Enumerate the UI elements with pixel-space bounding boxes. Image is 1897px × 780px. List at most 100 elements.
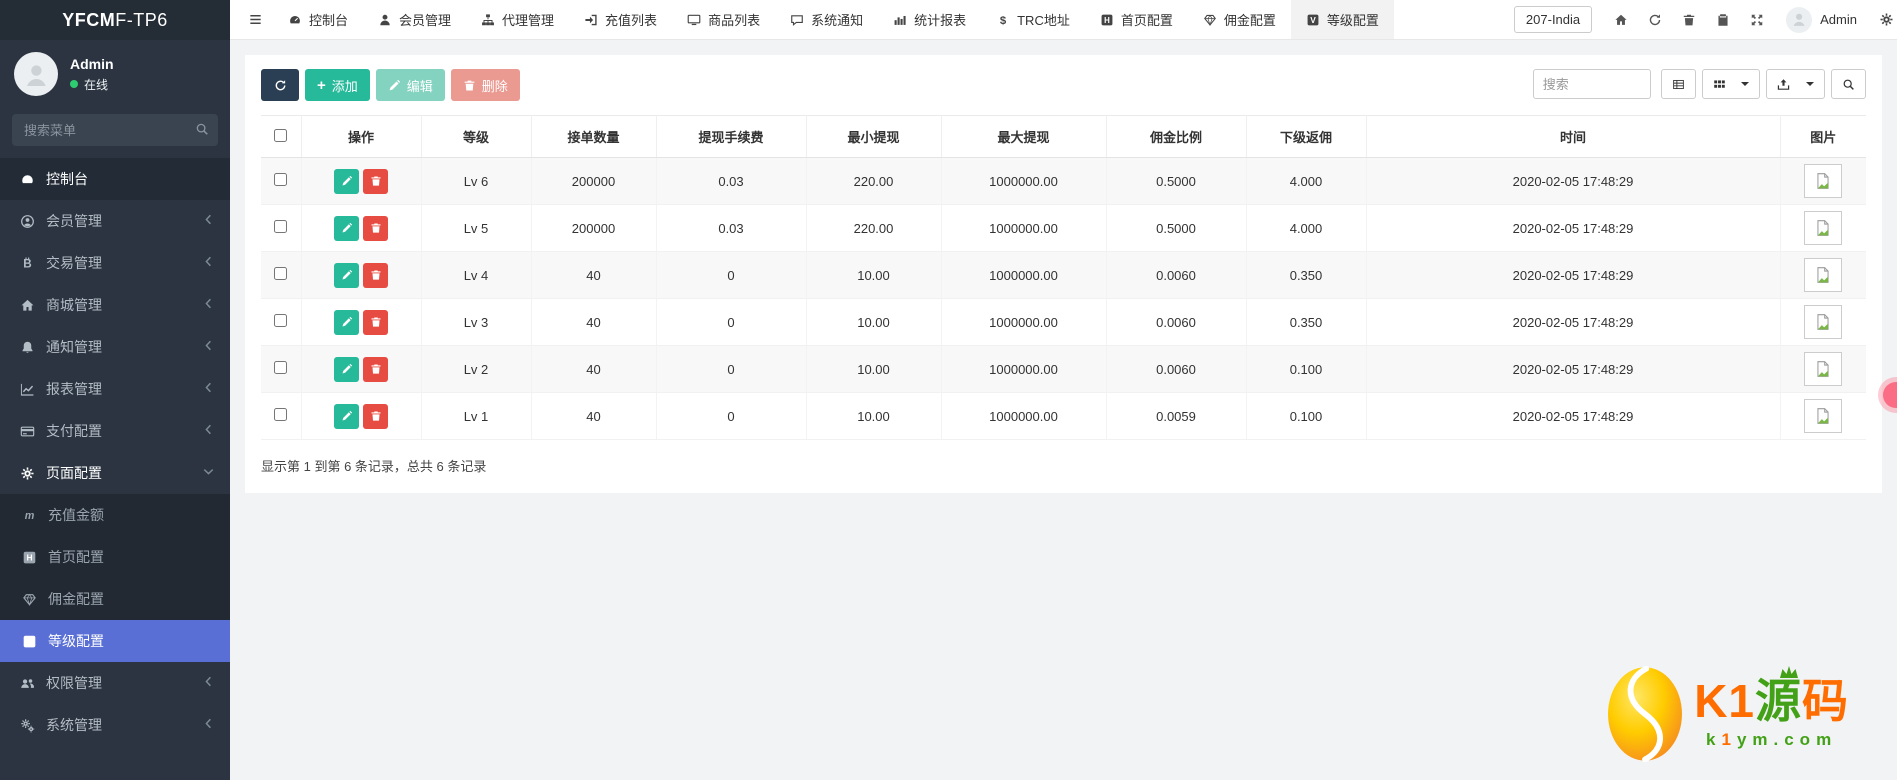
sidebar-item-5[interactable]: 通知管理 xyxy=(0,326,230,368)
tab-7[interactable]: 统计报表 xyxy=(878,0,981,39)
row-checkbox[interactable] xyxy=(274,314,288,327)
row-checkbox[interactable] xyxy=(274,408,288,421)
delete-button[interactable]: 删除 xyxy=(450,69,520,101)
sidebar-item-1[interactable]: 控制台 xyxy=(0,158,230,200)
row-edit-button[interactable] xyxy=(334,356,359,382)
hamburger-icon[interactable] xyxy=(238,12,273,27)
sidebar-item-10[interactable]: 系统管理 xyxy=(0,704,230,746)
table-row: Lv 6 200000 0.03 220.00 1000000.00 0.5000 4.00… xyxy=(261,157,1866,205)
row-delete-button[interactable] xyxy=(363,309,388,335)
tab-10[interactable]: 佣金配置 xyxy=(1188,0,1291,39)
sidebar-subitem-4[interactable]: V 等级配置 xyxy=(0,620,230,662)
column-header: 下级返佣 xyxy=(1246,115,1367,158)
thumbnail[interactable] xyxy=(1804,164,1843,198)
tab-11[interactable]: V 等级配置 xyxy=(1290,0,1394,39)
cell-sub: 0.350 xyxy=(1246,251,1367,299)
column-header: 佣金比例 xyxy=(1106,115,1247,158)
tab-8[interactable]: $ TRC地址 xyxy=(981,0,1085,39)
thumbnail[interactable] xyxy=(1804,258,1843,292)
row-checkbox[interactable] xyxy=(274,361,288,374)
tab-2[interactable]: 会员管理 xyxy=(363,0,466,39)
sidebar-subitem-2[interactable]: H 首页配置 xyxy=(0,536,230,578)
row-edit-button[interactable] xyxy=(334,309,359,335)
refresh-button[interactable] xyxy=(261,69,299,101)
thumbnail[interactable] xyxy=(1804,352,1843,386)
table-row: Lv 4 40 0 10.00 1000000.00 0.0060 0.350 2020-02… xyxy=(261,251,1866,299)
h-square-icon: H xyxy=(22,550,37,565)
chevron-down-icon xyxy=(201,464,216,479)
add-button[interactable]: + 添加 xyxy=(305,69,370,101)
watermark: K1源码 k1ym.com xyxy=(1606,666,1849,762)
v-square-icon: V xyxy=(1306,13,1320,27)
row-checkbox[interactable] xyxy=(274,267,288,280)
export-button[interactable] xyxy=(1766,69,1825,99)
levels-table: 操作 等级 接单数量 提现手续费 最小提现 最大提现 佣金比例 下级返佣 时间 图片 Lv 6 20… xyxy=(261,115,1866,440)
thumbnail[interactable] xyxy=(1804,305,1843,339)
tab-9[interactable]: H 首页配置 xyxy=(1085,0,1188,39)
app-logo-light: F-TP6 xyxy=(115,9,168,30)
sidebar-item-7[interactable]: 支付配置 xyxy=(0,410,230,452)
row-delete-button[interactable] xyxy=(363,403,388,429)
row-delete-button[interactable] xyxy=(363,215,388,241)
sidebar-item-3[interactable]: B 交易管理 xyxy=(0,242,230,284)
sidebar-subitem-1[interactable]: m 充值金额 xyxy=(0,494,230,536)
navbar-right: 207-India Admin xyxy=(1513,6,1897,33)
row-checkbox[interactable] xyxy=(274,220,288,233)
thumbnail[interactable] xyxy=(1804,399,1843,433)
cell-min: 10.00 xyxy=(806,345,942,393)
expand-icon[interactable] xyxy=(1740,13,1774,27)
tab-4[interactable]: 充值列表 xyxy=(569,0,672,39)
gear-icon[interactable] xyxy=(1869,12,1897,27)
navbar-user[interactable]: Admin xyxy=(1776,6,1867,33)
plus-icon: + xyxy=(317,76,326,94)
sidebar-subitem-3[interactable]: 佣金配置 xyxy=(0,578,230,620)
floating-button[interactable] xyxy=(1883,382,1897,408)
locale-button[interactable]: 207-India xyxy=(1513,6,1593,33)
sidebar-item-2[interactable]: 会员管理 xyxy=(0,200,230,242)
sidebar-item-6[interactable]: 报表管理 xyxy=(0,368,230,410)
table-row: Lv 5 200000 0.03 220.00 1000000.00 0.5000 4.00… xyxy=(261,204,1866,252)
svg-text:$: $ xyxy=(1000,15,1007,27)
row-edit-button[interactable] xyxy=(334,262,359,288)
row-edit-button[interactable] xyxy=(334,215,359,241)
row-edit-button[interactable] xyxy=(334,168,359,194)
table-search-input[interactable] xyxy=(1532,69,1651,99)
columns-button[interactable] xyxy=(1701,69,1761,99)
user-circle-icon xyxy=(20,214,35,229)
table-search-button[interactable] xyxy=(1831,69,1866,99)
app-logo-bold: YFCM xyxy=(62,9,116,30)
thumbnail[interactable] xyxy=(1804,211,1843,245)
toggle-view-button[interactable] xyxy=(1660,69,1696,99)
edit-button[interactable]: 编辑 xyxy=(375,69,445,101)
column-header: 接单数量 xyxy=(531,115,657,158)
person-icon xyxy=(26,64,46,86)
tab-5[interactable]: 商品列表 xyxy=(672,0,775,39)
row-delete-button[interactable] xyxy=(363,168,388,194)
copy-icon[interactable] xyxy=(1706,13,1740,27)
sidebar-item-9[interactable]: 权限管理 xyxy=(0,662,230,704)
tab-1[interactable]: 控制台 xyxy=(273,0,363,39)
cell-level: Lv 4 xyxy=(421,251,532,299)
trash-icon[interactable] xyxy=(1672,13,1706,27)
tab-6[interactable]: 系统通知 xyxy=(775,0,878,39)
refresh-icon[interactable] xyxy=(1638,13,1672,27)
row-edit-button[interactable] xyxy=(334,403,359,429)
cell-level: Lv 5 xyxy=(421,204,532,252)
sidebar-item-4[interactable]: 商城管理 xyxy=(0,284,230,326)
chevron-left-icon xyxy=(201,338,216,353)
row-checkbox[interactable] xyxy=(274,173,288,186)
chevron-left-icon xyxy=(201,674,216,689)
cell-image xyxy=(1780,345,1866,393)
row-delete-button[interactable] xyxy=(363,262,388,288)
table-row: Lv 2 40 0 10.00 1000000.00 0.0060 0.100 2020-02… xyxy=(261,345,1866,393)
pencil-icon xyxy=(342,363,352,374)
home-icon[interactable] xyxy=(1604,13,1638,27)
tab-3[interactable]: 代理管理 xyxy=(466,0,569,39)
row-delete-button[interactable] xyxy=(363,356,388,382)
app-logo[interactable]: YFCM F-TP6 xyxy=(0,0,230,40)
sidebar-item-8[interactable]: 页面配置 xyxy=(0,452,230,494)
search-icon[interactable] xyxy=(195,122,209,139)
sidebar-search-input[interactable] xyxy=(12,114,218,146)
select-all-checkbox[interactable] xyxy=(274,128,288,142)
row-actions xyxy=(301,157,422,205)
